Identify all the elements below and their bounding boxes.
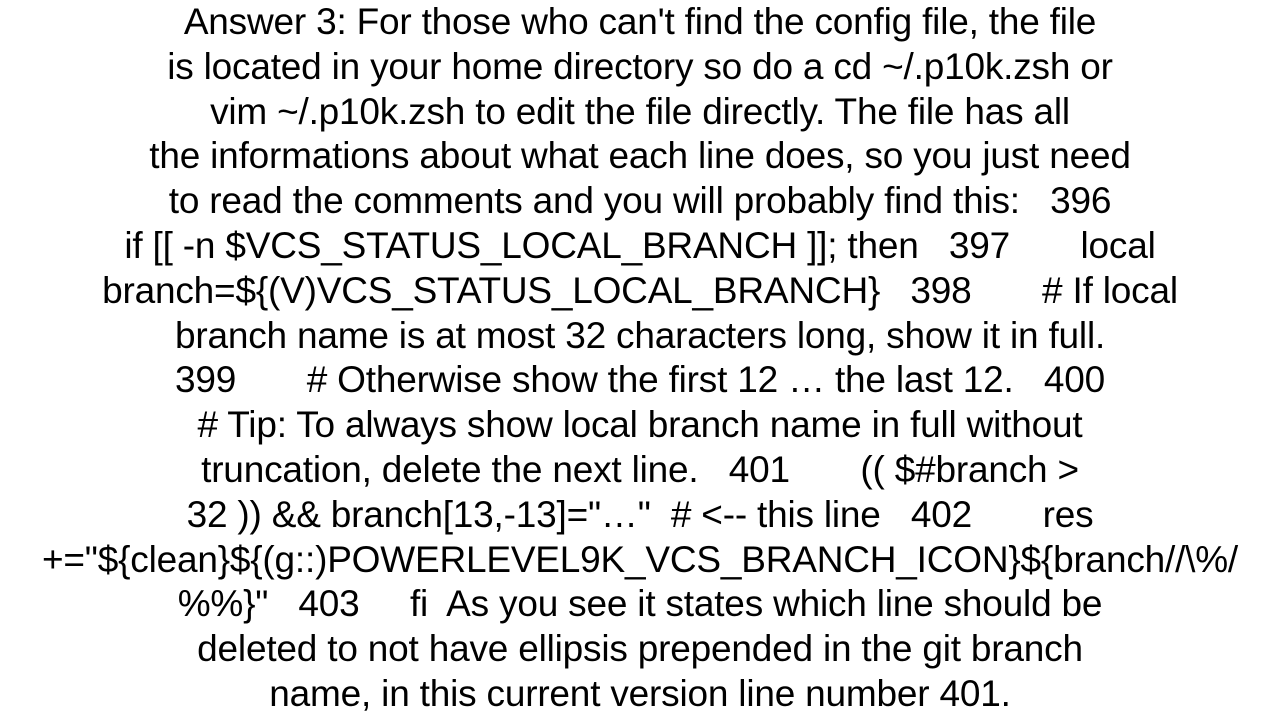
text-line: vim ~/.p10k.zsh to edit the file directl… xyxy=(210,90,1070,132)
text-line: truncation, delete the next line. 401 ((… xyxy=(201,448,1079,490)
text-line: name, in this current version line numbe… xyxy=(269,672,1011,714)
text-line: deleted to not have ellipsis prepended i… xyxy=(197,628,1083,670)
text-line: branch=${(V)VCS_STATUS_LOCAL_BRANCH} 398… xyxy=(102,269,1178,311)
text-line: branch name is at most 32 characters lon… xyxy=(174,314,1106,356)
answer-text-block: Answer 3: For those who can't find the c… xyxy=(0,0,1280,720)
text-line: Answer 3: For those who can't find the c… xyxy=(183,1,1097,42)
text-line: +="${clean}${(g::)POWERLEVEL9K_VCS_BRANC… xyxy=(41,538,1239,580)
text-line: 32 )) && branch[13,-13]="…" # <-- this l… xyxy=(186,493,1094,535)
text-line: if [[ -n $VCS_STATUS_LOCAL_BRANCH ]]; th… xyxy=(124,224,1156,266)
text-line: to read the comments and you will probab… xyxy=(168,180,1112,222)
text-line: %%}" 403 fi As you see it states which l… xyxy=(177,583,1103,625)
text-line: 399 # Otherwise show the first 12 … the … xyxy=(175,359,1105,401)
text-line: the informations about what each line do… xyxy=(149,135,1131,177)
text-line: # Tip: To always show local branch name … xyxy=(197,404,1083,446)
text-line: is located in your home directory so do … xyxy=(167,45,1113,87)
